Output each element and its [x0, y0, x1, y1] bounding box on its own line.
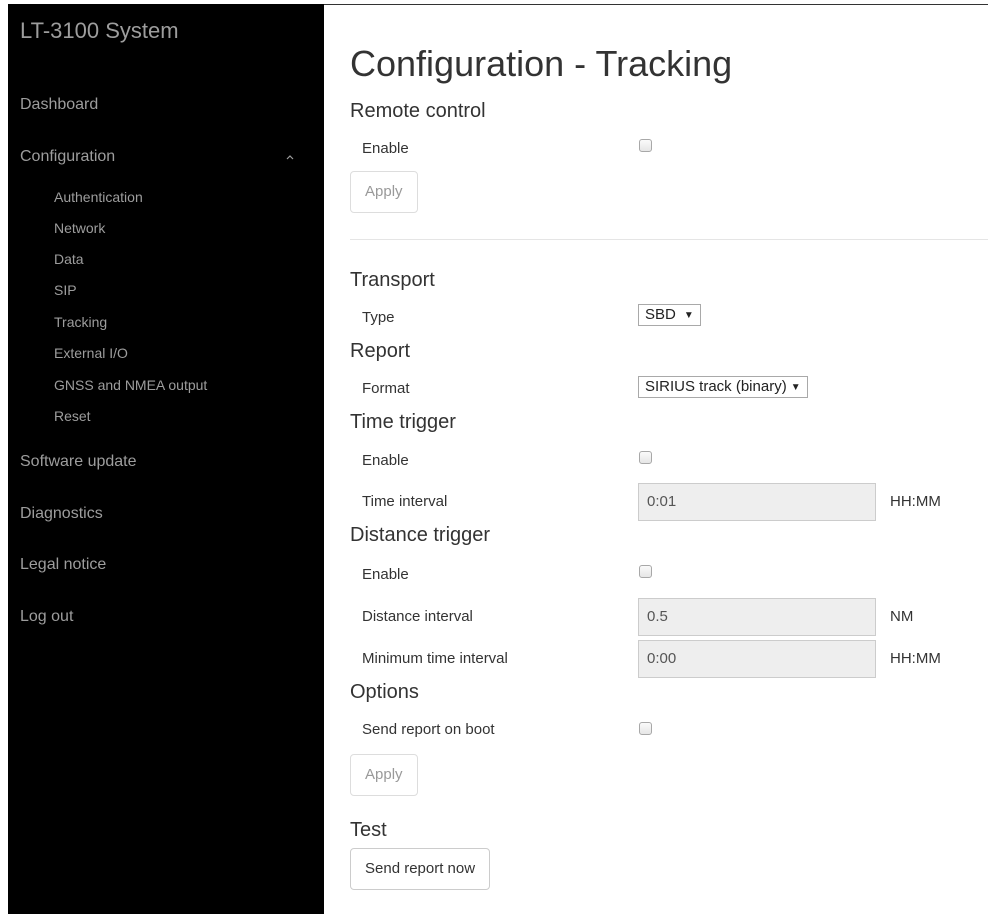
remote-enable-label: Enable	[362, 140, 409, 157]
time-interval-field[interactable]: 0:01	[638, 483, 876, 521]
time-interval-unit: HH:MM	[890, 493, 941, 510]
app-title: LT-3100 System	[20, 18, 179, 43]
sidebar-item-data[interactable]: Data	[54, 251, 84, 267]
sidebar-item-network[interactable]: Network	[54, 220, 105, 236]
transport-heading: Transport	[350, 269, 435, 291]
distance-enable-label: Enable	[362, 566, 409, 583]
transport-type-select[interactable]: SBD ▼	[638, 304, 701, 326]
sidebar-item-log-out[interactable]: Log out	[20, 608, 73, 626]
sidebar-item-tracking[interactable]: Tracking	[54, 314, 107, 330]
dropdown-arrow-icon: ▼	[683, 310, 694, 321]
distance-interval-field[interactable]: 0.5	[638, 598, 876, 636]
min-time-interval-unit: HH:MM	[890, 650, 941, 667]
remote-enable-checkbox[interactable]	[639, 139, 652, 152]
sidebar-item-gnss-nmea[interactable]: GNSS and NMEA output	[54, 377, 207, 393]
distance-interval-unit: NM	[890, 608, 914, 625]
test-heading: Test	[350, 819, 387, 841]
sidebar-item-authentication[interactable]: Authentication	[54, 189, 143, 205]
section-divider	[350, 239, 988, 240]
main-content: Configuration - Tracking Remote control …	[324, 5, 988, 914]
report-format-label: Format	[362, 380, 410, 397]
sidebar-item-reset[interactable]: Reset	[54, 408, 91, 424]
sidebar-item-dashboard[interactable]: Dashboard	[20, 96, 98, 114]
time-enable-checkbox[interactable]	[639, 451, 652, 464]
sidebar-item-external-io[interactable]: External I/O	[54, 345, 128, 361]
transport-type-label: Type	[362, 309, 395, 326]
sidebar-item-software-update[interactable]: Software update	[20, 453, 137, 471]
options-heading: Options	[350, 681, 419, 703]
remote-control-heading: Remote control	[350, 100, 486, 122]
sidebar-item-sip[interactable]: SIP	[54, 282, 77, 298]
send-report-now-button[interactable]: Send report now	[350, 848, 491, 890]
options-apply-button[interactable]: Apply	[350, 754, 418, 796]
report-heading: Report	[350, 340, 411, 362]
chevron-up-icon[interactable]	[284, 151, 296, 163]
report-format-select[interactable]: SIRIUS track (binary) ▼	[638, 376, 808, 398]
distance-enable-checkbox[interactable]	[639, 565, 652, 578]
time-enable-label: Enable	[362, 452, 409, 469]
sidebar-nav: LT-3100 System Dashboard Configuration A…	[8, 4, 324, 914]
sidebar-item-diagnostics[interactable]: Diagnostics	[20, 505, 103, 523]
distance-trigger-heading: Distance trigger	[350, 524, 491, 546]
sidebar-item-configuration[interactable]: Configuration	[20, 148, 115, 166]
report-format-value: SIRIUS track (binary)	[645, 378, 787, 395]
dropdown-arrow-icon: ▼	[790, 382, 801, 393]
distance-interval-label: Distance interval	[362, 608, 473, 625]
page-title: Configuration - Tracking	[350, 43, 733, 84]
sidebar-item-legal-notice[interactable]: Legal notice	[20, 556, 106, 574]
min-time-interval-field[interactable]: 0:00	[638, 640, 876, 678]
remote-apply-button[interactable]: Apply	[350, 171, 418, 213]
boot-report-checkbox[interactable]	[639, 722, 652, 735]
time-interval-label: Time interval	[362, 493, 448, 510]
min-time-interval-label: Minimum time interval	[362, 650, 508, 667]
time-trigger-heading: Time trigger	[350, 411, 456, 433]
transport-type-value: SBD	[645, 306, 676, 323]
boot-report-label: Send report on boot	[362, 721, 495, 738]
